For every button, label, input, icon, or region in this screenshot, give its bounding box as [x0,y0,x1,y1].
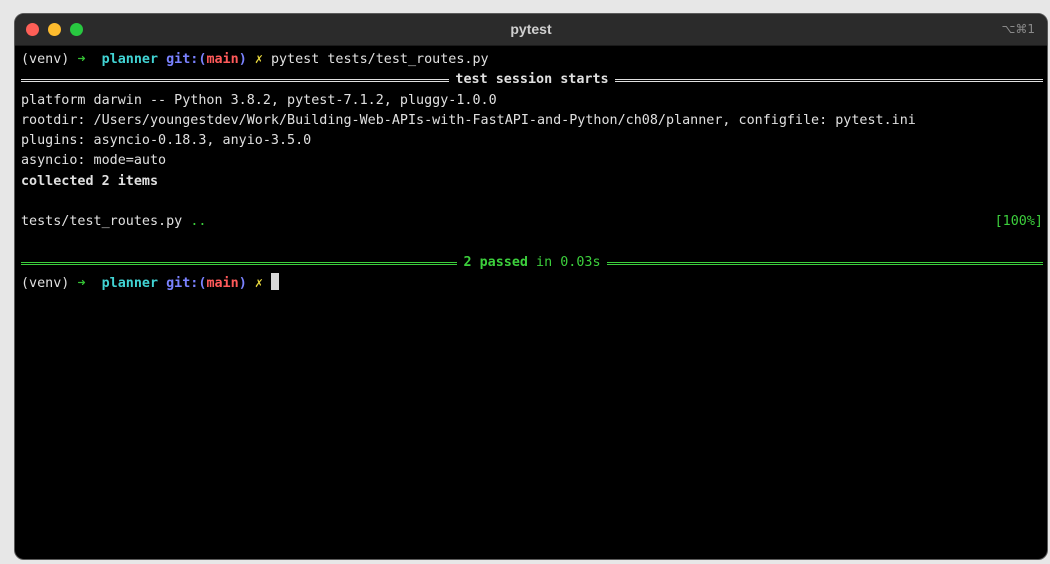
directory-name: planner [101,52,159,67]
title-bar[interactable]: pytest ⌥⌘1 [15,14,1047,46]
terminal-window[interactable]: pytest ⌥⌘1 (venv) ➜ planner git:(main) ✗… [14,13,1048,560]
test-progress-left: tests/test_routes.py .. [21,212,206,232]
plugins-line: plugins: asyncio-0.18.3, anyio-3.5.0 [21,133,312,149]
terminal-output[interactable]: (venv) ➜ planner git:(main) ✗ pytest tes… [21,50,1043,294]
prompt-line: (venv) ➜ planner git:(main) ✗ pytest tes… [21,50,1043,70]
git-branch: main [206,276,239,292]
session-start-rule: test session starts [21,70,1043,90]
prompt-arrow-icon: ➜ [77,52,86,67]
tab-shortcut: ⌥⌘1 [1001,22,1035,36]
rule-left [21,262,458,266]
rootdir-line: rootdir: /Users/youngestdev/Work/Buildin… [21,112,916,128]
summary-rule: 2 passed in 0.03s [21,253,1043,273]
collected-line: collected 2 items [21,173,159,189]
venv-label: (venv) [21,276,70,292]
rule-left [21,79,450,83]
git-suffix: ) [238,52,247,67]
test-progress-line: tests/test_routes.py .. [100%] [21,212,1043,232]
prompt-arrow-icon: ➜ [77,276,86,292]
asyncio-line: asyncio: mode=auto [21,153,167,169]
dirty-icon: ✗ [254,52,263,67]
git-branch: main [206,52,239,67]
summary-text: 2 passed in 0.03s [457,253,606,273]
text-cursor[interactable] [270,273,279,291]
rule-right [606,262,1043,266]
command-text: pytest tests/test_routes.py [270,52,489,67]
git-prefix: git:( [166,276,207,292]
platform-line: platform darwin -- Python 3.8.2, pytest-… [21,92,497,108]
session-header: test session starts [455,72,609,88]
test-file: tests/test_routes.py [21,214,183,230]
rule-right [614,79,1043,83]
directory-name: planner [101,276,159,292]
duration: in 0.03s [536,254,601,270]
test-percent: [100%] [994,214,1043,230]
dirty-icon: ✗ [254,276,263,292]
window-title: pytest [510,21,552,37]
venv-label: (venv) [21,52,70,67]
prompt-line[interactable]: (venv) ➜ planner git:(main) ✗ [21,273,1043,293]
git-prefix: git:( [166,52,207,67]
git-suffix: ) [238,276,247,292]
passed-count: 2 passed [463,254,528,270]
test-dots: .. [190,214,207,230]
